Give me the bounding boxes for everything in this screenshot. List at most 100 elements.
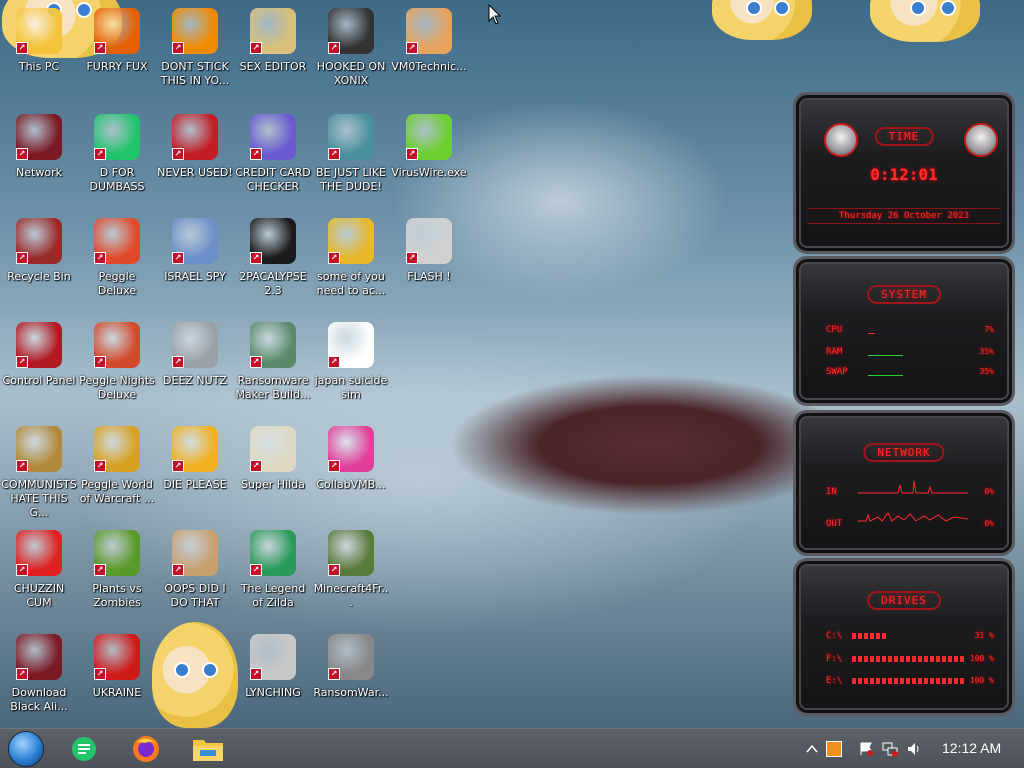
- security-icon[interactable]: [826, 741, 842, 757]
- plants-vs-zombies-icon: ↗: [94, 530, 140, 576]
- taskbar-firefox[interactable]: [128, 733, 164, 765]
- shortcut-arrow-icon: ↗: [172, 252, 184, 264]
- desktop-icon[interactable]: ↗ Plants vs Zombies: [78, 524, 156, 624]
- desktop-icon-label: NEVER USED!: [157, 166, 233, 179]
- desktop-icon[interactable]: ↗ 2PACALYPSE 2.3: [234, 212, 312, 312]
- shortcut-arrow-icon: ↗: [406, 148, 418, 160]
- system-gadget[interactable]: SYSTEM CPU 7% RAM 35% SWAP 35%: [793, 256, 1015, 406]
- desktop-icon[interactable]: ↗ FLASH !: [390, 212, 468, 312]
- desktop-icon[interactable]: ↗ D FOR DUMBASS: [78, 108, 156, 208]
- desktop-icon[interactable]: ↗ VM0Technic...: [390, 2, 468, 102]
- taskbar-clock[interactable]: 12:12 AM: [942, 740, 1001, 756]
- shortcut-arrow-icon: ↗: [328, 42, 340, 54]
- desktop-icon[interactable]: ↗ The Legend of Zilda: [234, 524, 312, 624]
- desktop-icon[interactable]: ↗ Super Hilda: [234, 420, 312, 520]
- system-swap-bar: [868, 375, 903, 376]
- system-cpu-label: CPU: [826, 325, 843, 335]
- desktop-icon[interactable]: ↗ Minecraft4Fr...: [312, 524, 390, 624]
- mouse-cursor-icon: [488, 4, 502, 25]
- desktop-icon[interactable]: ↗ DEEZ NUTZ: [156, 316, 234, 416]
- shortcut-arrow-icon: ↗: [328, 356, 340, 368]
- network-icon[interactable]: [882, 741, 898, 757]
- shortcut-arrow-icon: ↗: [250, 460, 262, 472]
- desktop-icon-label: Download Black Ali...: [10, 686, 68, 713]
- network-in-graph: [858, 480, 968, 494]
- flag-icon[interactable]: [858, 741, 874, 757]
- shortcut-arrow-icon: ↗: [16, 356, 28, 368]
- desktop-icon-label: CREDIT CARD CHECKER: [235, 166, 311, 193]
- network-in-value: 0%: [984, 487, 994, 496]
- this-pc-icon: ↗: [16, 8, 62, 54]
- drive-usage-bar: [852, 656, 964, 662]
- taskbar-file-explorer[interactable]: [190, 733, 226, 765]
- noose-icon: ↗: [250, 634, 296, 680]
- time-gadget[interactable]: TIME 0:12:01 Thursday 26 October 2023: [793, 92, 1015, 254]
- docs-icon: ↗: [94, 114, 140, 160]
- system-cpu-value: 7%: [984, 325, 994, 334]
- file-explorer-icon: [193, 740, 223, 761]
- desktop-icon[interactable]: ↗ OOPS DID I DO THAT: [156, 524, 234, 624]
- desktop-icon[interactable]: ↗ HOOKED ON XONIX: [312, 2, 390, 102]
- desktop-icon[interactable]: ↗ Download Black Ali...: [0, 628, 78, 728]
- desktop-icon-label: HOOKED ON XONIX: [316, 60, 386, 87]
- japan-sim-icon: ↗: [328, 322, 374, 368]
- shortcut-arrow-icon: ↗: [172, 460, 184, 472]
- desktop-icon-label: DIE PLEASE: [163, 478, 227, 491]
- desktop-icon[interactable]: ↗ This PC: [0, 2, 78, 102]
- desktop-icon[interactable]: ↗ CHUZZIN CUM: [0, 524, 78, 624]
- desktop-icon-label: The Legend of Zilda: [240, 582, 306, 609]
- desktop-icon-label: COMMUNISTS HATE THIS G...: [1, 478, 77, 519]
- desktop-icon-label: LYNCHING: [245, 686, 301, 699]
- desktop-icon-label: some of you need to ac...: [316, 270, 386, 297]
- desktop-icon[interactable]: ↗ RansomWar...: [312, 628, 390, 728]
- desktop-icon[interactable]: ↗ VirusWire.exe: [390, 108, 468, 208]
- shortcut-arrow-icon: ↗: [172, 356, 184, 368]
- desktop-icon[interactable]: ↗ COMMUNISTS HATE THIS G...: [0, 420, 78, 520]
- desktop-icon[interactable]: ↗ LYNCHING: [234, 628, 312, 728]
- desktop-icon[interactable]: ↗ UKRAINE: [78, 628, 156, 728]
- shortcut-arrow-icon: ↗: [406, 252, 418, 264]
- desktop-icon[interactable]: ↗ NEVER USED!: [156, 108, 234, 208]
- taskbar-docs-app[interactable]: [66, 733, 102, 765]
- desktop-icon[interactable]: ↗ Ransomware Maker Build...: [234, 316, 312, 416]
- desktop-icon[interactable]: ↗ DONT STICK THIS IN YO...: [156, 2, 234, 102]
- time-clock: 0:12:01: [870, 165, 938, 184]
- drive-label: C:\: [826, 631, 843, 641]
- desktop-icon[interactable]: ↗ CREDIT CARD CHECKER: [234, 108, 312, 208]
- desktop-icon[interactable]: ↗ Peggle Deluxe: [78, 212, 156, 312]
- desktop-icon[interactable]: ↗ japan suicide sim: [312, 316, 390, 416]
- drive-label: E:\: [826, 676, 843, 686]
- desktop-icon[interactable]: ↗ Peggle World of Warcraft ...: [78, 420, 156, 520]
- shortcut-arrow-icon: ↗: [250, 252, 262, 264]
- desktop-icon[interactable]: ↗ FURRY FUX: [78, 2, 156, 102]
- shortcut-arrow-icon: ↗: [328, 668, 340, 680]
- desktop-icon-label: Network: [16, 166, 62, 179]
- chevron-up-icon[interactable]: [804, 741, 820, 757]
- desktop-icon[interactable]: ↗ SEX EDITOR: [234, 2, 312, 102]
- desktop-icon-label: Plants vs Zombies: [92, 582, 142, 609]
- shortcut-arrow-icon: ↗: [94, 356, 106, 368]
- flash-icon: ↗: [406, 218, 452, 264]
- shortcut-arrow-icon: ↗: [250, 356, 262, 368]
- credit-card-icon: ↗: [250, 114, 296, 160]
- network-out-value: 0%: [984, 519, 994, 528]
- volume-icon[interactable]: [906, 741, 922, 757]
- desktop-icon-label: BE JUST LIKE THE DUDE!: [315, 166, 387, 193]
- desktop-icon[interactable]: ↗ BE JUST LIKE THE DUDE!: [312, 108, 390, 208]
- desktop-icon[interactable]: ↗ CollabVMB...: [312, 420, 390, 520]
- desktop-icon[interactable]: ↗ ISRAEL SPY: [156, 212, 234, 312]
- start-button[interactable]: [6, 731, 46, 767]
- skull-icon: ↗: [328, 634, 374, 680]
- desktop-icon[interactable]: ↗ DIE PLEASE: [156, 420, 234, 520]
- desktop-icon[interactable]: ↗ Recycle Bin: [0, 212, 78, 312]
- desktop-icon[interactable]: ↗ Peggle Nights Deluxe: [78, 316, 156, 416]
- desktop-icon[interactable]: ↗ Control Panel: [0, 316, 78, 416]
- collabvm-icon: ↗: [328, 426, 374, 472]
- pixel-hilda-icon: ↗: [250, 426, 296, 472]
- desktop-icon[interactable]: ↗ Network: [0, 108, 78, 208]
- network-gadget[interactable]: NETWORK IN 0% OUT 0%: [793, 410, 1015, 556]
- doctor-icon: ↗: [406, 8, 452, 54]
- desktop-icon[interactable]: ↗ some of you need to ac...: [312, 212, 390, 312]
- shortcut-arrow-icon: ↗: [16, 252, 28, 264]
- drives-gadget[interactable]: DRIVES C:\ 31 % F:\ 100 % E:\ 100 %: [793, 558, 1015, 716]
